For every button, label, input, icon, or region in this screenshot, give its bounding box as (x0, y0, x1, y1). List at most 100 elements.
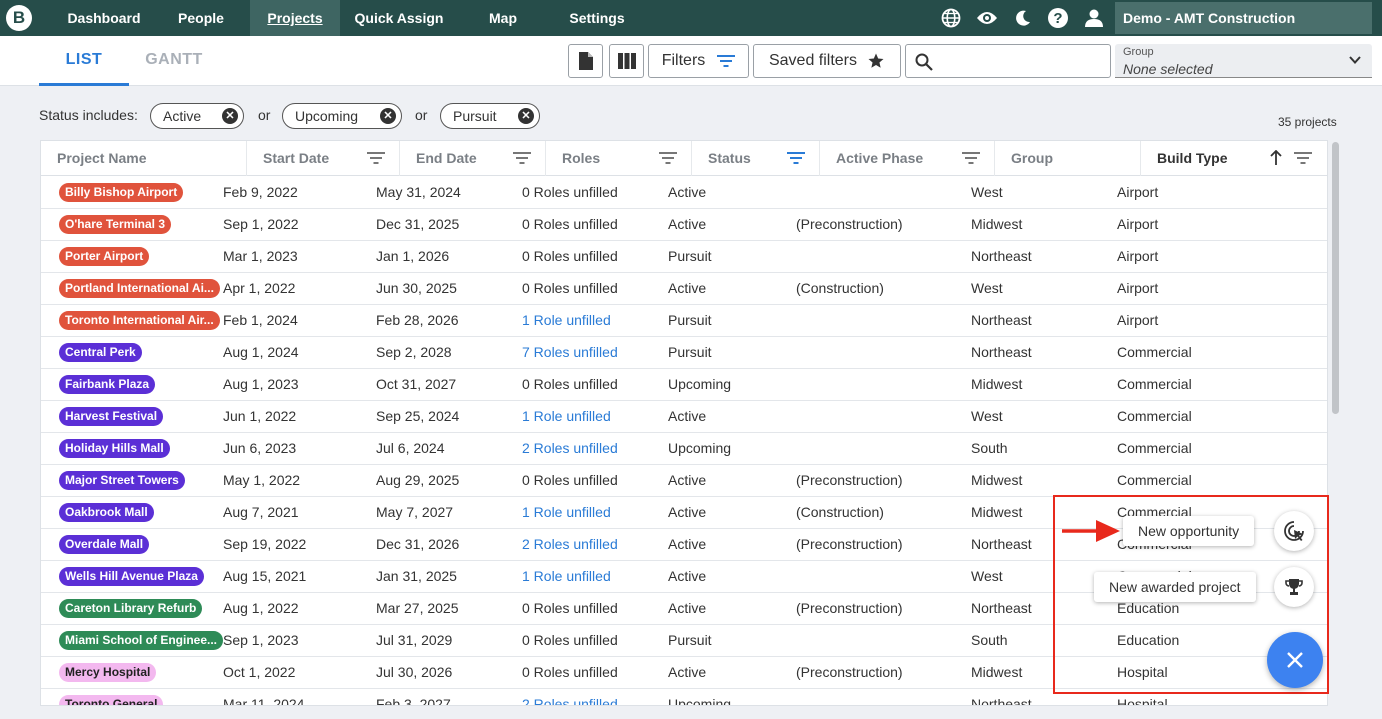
app-logo[interactable]: B (6, 5, 32, 31)
group-select[interactable]: Group None selected (1115, 44, 1372, 78)
globe-icon[interactable] (940, 7, 962, 29)
column-group[interactable]: Group (995, 141, 1141, 176)
table-row[interactable]: Porter Airport Mar 1, 2023 Jan 1, 2026 0 Ro… (41, 241, 1327, 273)
cell-roles[interactable]: 1 Role unfilled (522, 561, 611, 592)
cell-end: Jul 31, 2029 (376, 632, 453, 648)
project-name-pill[interactable]: Portland International Ai... (59, 279, 220, 298)
table-row[interactable]: Holiday Hills Mall Jun 6, 2023 Jul 6, 2024… (41, 433, 1327, 465)
chip-upcoming[interactable]: Upcoming ✕ (282, 103, 402, 129)
document-icon (578, 52, 593, 70)
table-row[interactable]: O'hare Terminal 3 Sep 1, 2022 Dec 31, 2025… (41, 209, 1327, 241)
company-selector[interactable]: Demo - AMT Construction (1115, 2, 1372, 34)
nav-map[interactable]: Map (472, 0, 534, 36)
nav-projects[interactable]: Projects (250, 0, 340, 36)
remove-chip-icon[interactable]: ✕ (222, 108, 238, 124)
table-row[interactable]: Harvest Festival Jun 1, 2022 Sep 25, 2024 1… (41, 401, 1327, 433)
cell-roles[interactable]: 1 Role unfilled (522, 305, 611, 336)
column-filter-active-icon[interactable] (787, 151, 805, 165)
speed-dial-close-button[interactable] (1267, 632, 1323, 688)
column-build-type[interactable]: Build Type (1141, 141, 1327, 176)
column-status[interactable]: Status (692, 141, 820, 176)
table-scrollbar[interactable] (1330, 140, 1340, 706)
columns-button[interactable] (609, 44, 644, 78)
cell-end: Aug 29, 2025 (376, 472, 460, 488)
project-name-pill[interactable]: Wells Hill Avenue Plaza (59, 567, 204, 586)
new-awarded-project-button[interactable] (1274, 567, 1314, 607)
project-name-pill[interactable]: Miami School of Enginee... (59, 631, 224, 650)
cell-roles[interactable]: 2 Roles unfilled (522, 529, 618, 560)
filters-button[interactable]: Filters (648, 44, 749, 78)
column-label: Start Date (263, 150, 330, 166)
column-filter-icon[interactable] (962, 151, 980, 165)
filters-label: Filters (661, 52, 706, 69)
project-name-pill[interactable]: Toronto General (59, 695, 164, 705)
remove-chip-icon[interactable]: ✕ (380, 108, 396, 124)
moon-icon[interactable] (1012, 7, 1034, 29)
project-name-pill[interactable]: Mercy Hospital (59, 663, 157, 682)
target-cursor-icon (1284, 521, 1304, 541)
column-filter-icon[interactable] (1294, 151, 1312, 165)
table-row[interactable]: Portland International Ai... Apr 1, 2022 J… (41, 273, 1327, 305)
cell-roles[interactable]: 2 Roles unfilled (522, 689, 618, 705)
cell-roles[interactable]: 1 Role unfilled (522, 401, 611, 432)
table-row[interactable]: Toronto International Air... Feb 1, 2024 F… (41, 305, 1327, 337)
chip-active[interactable]: Active ✕ (150, 103, 244, 129)
cell-start: Sep 19, 2022 (223, 536, 307, 552)
table-row[interactable]: Fairbank Plaza Aug 1, 2023 Oct 31, 2027 0 R… (41, 369, 1327, 401)
cell-start: Oct 1, 2022 (223, 664, 296, 680)
search-input[interactable] (905, 44, 1111, 78)
project-name-pill[interactable]: Holiday Hills Mall (59, 439, 170, 458)
project-name-pill[interactable]: Oakbrook Mall (59, 503, 154, 522)
cell-status: Upcoming (668, 376, 732, 392)
project-name-pill[interactable]: O'hare Terminal 3 (59, 215, 172, 234)
cell-start: Jun 1, 2022 (223, 408, 297, 424)
project-name-pill[interactable]: Billy Bishop Airport (59, 183, 184, 202)
column-filter-icon[interactable] (659, 151, 677, 165)
column-end-date[interactable]: End Date (400, 141, 546, 176)
remove-chip-icon[interactable]: ✕ (518, 108, 534, 124)
project-name-pill[interactable]: Careton Library Refurb (59, 599, 203, 618)
project-name-pill[interactable]: Major Street Towers (59, 471, 185, 490)
project-name-pill[interactable]: Toronto International Air... (59, 311, 220, 330)
project-name-pill[interactable]: Fairbank Plaza (59, 375, 156, 394)
project-name-pill[interactable]: Overdale Mall (59, 535, 150, 554)
saved-filters-button[interactable]: Saved filters (753, 44, 901, 78)
cell-roles[interactable]: 1 Role unfilled (522, 497, 611, 528)
column-filter-icon[interactable] (513, 151, 531, 165)
export-button[interactable] (568, 44, 603, 78)
table-row[interactable]: Central Perk Aug 1, 2024 Sep 2, 2028 7 Role… (41, 337, 1327, 369)
cell-build: Airport (1117, 216, 1159, 232)
new-opportunity-button[interactable] (1274, 511, 1314, 551)
cell-build: Airport (1117, 248, 1159, 264)
sort-ascending-icon[interactable] (1269, 150, 1283, 166)
account-icon[interactable] (1083, 7, 1105, 29)
column-start-date[interactable]: Start Date (247, 141, 400, 176)
cell-end: Oct 31, 2027 (376, 376, 457, 392)
nav-people[interactable]: People (160, 0, 242, 36)
cell-roles[interactable]: 2 Roles unfilled (522, 433, 618, 464)
cell-end: Jan 31, 2025 (376, 568, 457, 584)
chip-pursuit[interactable]: Pursuit ✕ (440, 103, 540, 129)
table-row[interactable]: Major Street Towers May 1, 2022 Aug 29, 20… (41, 465, 1327, 497)
nav-settings[interactable]: Settings (556, 0, 638, 36)
table-row[interactable]: Billy Bishop Airport Feb 9, 2022 May 31, 2… (41, 177, 1327, 209)
nav-dashboard[interactable]: Dashboard (52, 0, 156, 36)
project-name-pill[interactable]: Harvest Festival (59, 407, 164, 426)
column-roles[interactable]: Roles (546, 141, 692, 176)
column-project-name[interactable]: Project Name (41, 141, 247, 176)
tab-gantt[interactable]: GANTT (129, 36, 219, 86)
cell-roles: 0 Roles unfilled (522, 184, 618, 200)
cell-start: Aug 1, 2024 (223, 344, 299, 360)
column-active-phase[interactable]: Active Phase (820, 141, 995, 176)
eye-icon[interactable] (976, 7, 998, 29)
column-filter-icon[interactable] (367, 151, 385, 165)
cell-start: Mar 11, 2024 (223, 696, 305, 706)
project-name-pill[interactable]: Porter Airport (59, 247, 150, 266)
nav-quick-assign[interactable]: Quick Assign (346, 0, 452, 36)
tab-list[interactable]: LIST (39, 36, 129, 86)
project-name-pill[interactable]: Central Perk (59, 343, 142, 362)
cell-start: Aug 1, 2022 (223, 600, 299, 616)
scrollbar-thumb[interactable] (1332, 142, 1339, 414)
cell-roles[interactable]: 7 Roles unfilled (522, 337, 618, 368)
help-icon[interactable]: ? (1047, 7, 1069, 29)
